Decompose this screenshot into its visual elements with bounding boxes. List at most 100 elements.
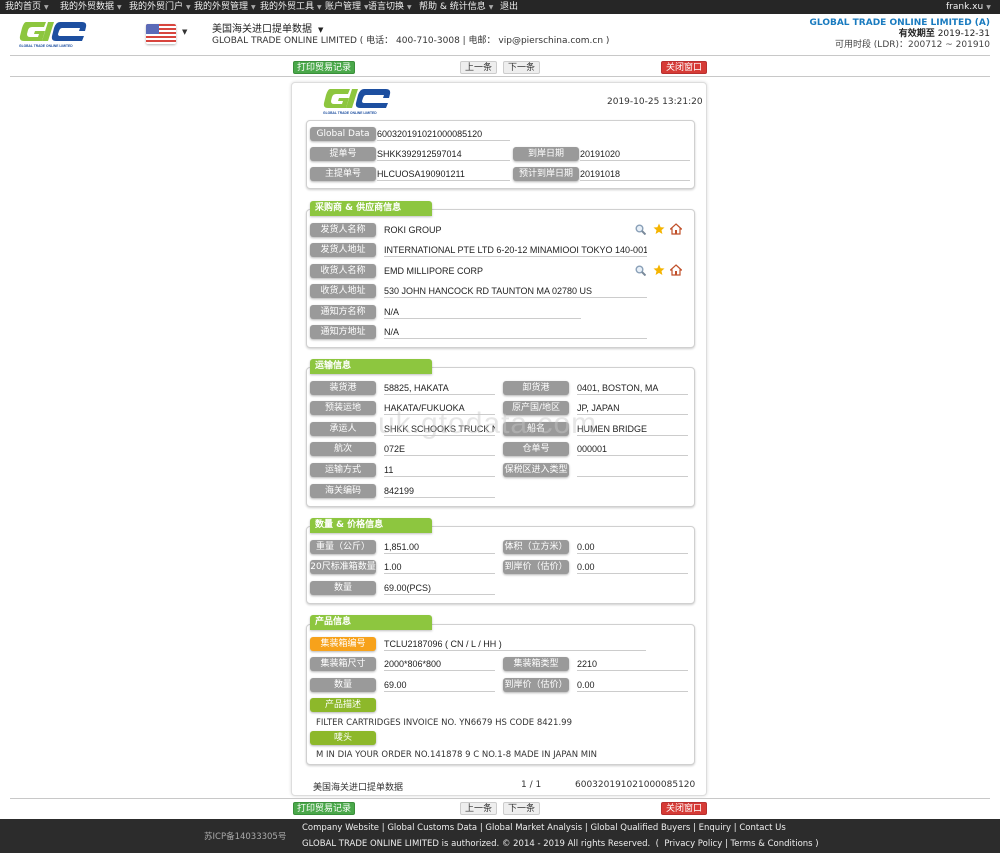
arrival-date-value: 20191020 (580, 147, 690, 161)
close-window-button[interactable]: 关闭窗口 (661, 61, 707, 74)
container-number-value: TCLU2187096 ( CN / L / HH ) (384, 637, 646, 651)
footer-link-company-website[interactable]: Company Website (302, 823, 379, 833)
nav-account[interactable]: 账户管理 ▼ (325, 0, 369, 15)
footer-link-enquiry[interactable]: Enquiry (699, 823, 731, 833)
container-type-value: 2210 (577, 657, 688, 671)
account-info: GLOBAL TRADE ONLINE LIMITED (A) 有效期至 201… (810, 18, 990, 51)
teu-label: 20尺标准箱数量 (310, 560, 376, 574)
search-icon[interactable] (635, 224, 647, 236)
product-cif-label: 到岸价（估价） (503, 678, 569, 692)
product-description-label: 产品描述 (310, 698, 376, 712)
chevron-down-icon: ▼ (317, 4, 322, 11)
chevron-down-icon: ▼ (488, 4, 494, 11)
data-source: 美国海关进口提单数据 (313, 783, 404, 793)
copyright: GLOBAL TRADE ONLINE LIMITED is authorize… (302, 839, 819, 849)
previous-button[interactable]: 上一条 (460, 61, 497, 74)
notify-address-label: 通知方地址 (310, 325, 376, 339)
footer-link-contact-us[interactable]: Contact Us (739, 823, 785, 833)
home-icon[interactable] (668, 223, 684, 235)
user-menu[interactable]: frank.xu ▼ (946, 0, 991, 15)
home-icon[interactable] (668, 264, 684, 276)
shipper-address-label: 发货人地址 (310, 243, 376, 257)
us-flag-icon[interactable] (146, 24, 176, 44)
company-name: GLOBAL TRADE ONLINE LIMITED (A) (809, 18, 990, 28)
voyage-value: 072E (384, 442, 495, 456)
product-cif-value: 0.00 (577, 678, 688, 692)
weight-value: 1,851.00 (384, 540, 495, 554)
footer-link-global-qualified-buyers[interactable]: Global Qualified Buyers (590, 823, 690, 833)
previous-button[interactable]: 上一条 (460, 802, 497, 815)
origin-value: JP, JAPAN (577, 401, 688, 415)
chevron-down-icon: ▼ (44, 4, 49, 11)
nav-trade-data[interactable]: 我的外贸数据 ▼ (60, 0, 122, 15)
expire-info: 有效期至 2019-12-31 (898, 29, 990, 39)
nav-help[interactable]: 帮助 & 统计信息 ▼ (419, 0, 493, 15)
search-icon[interactable] (635, 265, 647, 277)
star-icon[interactable] (653, 223, 665, 234)
consignee-address-value: 530 JOHN HANCOCK RD TAUNTON MA 02780 US (384, 284, 647, 298)
volume-label: 体积（立方米） (503, 540, 569, 554)
privacy-policy-link[interactable]: Privacy Policy (664, 839, 722, 849)
warehouse-value: 000001 (577, 442, 688, 456)
cif-value-label: 到岸价（估价） (503, 560, 569, 574)
divider (10, 798, 990, 799)
top-navigation: 我的首页 ▼ 我的外贸数据 ▼ 我的外贸门户 ▼ 我的外贸管理 ▼ 我的外贸工具 ▼ 账户… (0, 0, 1000, 14)
notify-address-value: N/A (384, 325, 647, 339)
transport-mode-value: 11 (384, 463, 495, 477)
warehouse-label: 仓单号 (503, 442, 569, 456)
unloading-port-label: 卸货港 (503, 381, 569, 395)
country-dropdown-caret[interactable]: ▼ (182, 28, 187, 36)
nav-language[interactable]: 语言切换 ▼ (368, 0, 412, 15)
divider (10, 55, 990, 56)
chevron-down-icon: ▼ (251, 4, 256, 11)
next-button[interactable]: 下一条 (503, 61, 540, 74)
product-quantity-label: 数量 (310, 678, 376, 692)
footer-link-global-customs-data[interactable]: Global Customs Data (387, 823, 477, 833)
carrier-value: SHKK SCHOOKS TRUCK N (384, 424, 495, 436)
marks-value: M IN DIA YOUR ORDER NO.141878 9 C NO.1-8… (316, 750, 597, 760)
nav-home[interactable]: 我的首页 ▼ (5, 0, 49, 15)
nav-trade-management[interactable]: 我的外贸管理 ▼ (194, 0, 256, 15)
gto-logo: GLOBAL TRADE ONLINE LIMITED (322, 87, 392, 115)
hs-code-label: 海关编码 (310, 484, 376, 498)
product-section-title: 产品信息 (310, 615, 432, 630)
nav-trade-tools[interactable]: 我的外贸工具 ▼ (260, 0, 322, 15)
notify-name-value: N/A (384, 305, 581, 319)
print-record-button[interactable]: 打印贸易记录 (293, 61, 355, 74)
consignee-address-label: 收货人地址 (310, 284, 376, 298)
print-record-button[interactable]: 打印贸易记录 (293, 802, 355, 815)
bl-number-label: 提单号 (310, 147, 376, 161)
volume-value: 0.00 (577, 540, 688, 554)
arrival-date-label: 到岸日期 (513, 147, 579, 161)
footer-link-global-market-analysis[interactable]: Global Market Analysis (485, 823, 582, 833)
carrier-label: 承运人 (310, 422, 376, 436)
contact-info: GLOBAL TRADE ONLINE LIMITED ( 电话： 400-71… (212, 36, 610, 46)
divider (10, 76, 990, 77)
marks-label: 唛头 (310, 731, 376, 745)
gto-logo[interactable]: GLOBAL TRADE ONLINE LIMITED (18, 20, 88, 48)
est-arrival-value: 20191018 (580, 167, 690, 181)
consignee-name-value[interactable]: EMD MILLIPORE CORP (384, 264, 624, 278)
consignee-name-label: 收货人名称 (310, 264, 376, 278)
bonded-type-value (577, 463, 688, 477)
quantity-label: 数量 (310, 581, 376, 595)
chevron-down-icon: ▼ (186, 4, 191, 11)
record-timestamp: 2019-10-25 13:21:20 (607, 97, 703, 107)
bonded-type-label: 保税区进入类型 (503, 463, 569, 477)
shipper-name-label: 发货人名称 (310, 223, 376, 237)
container-type-label: 集装箱类型 (503, 657, 569, 671)
star-icon[interactable] (653, 264, 665, 275)
global-data-label: Global Data (310, 127, 376, 141)
voyage-label: 航次 (310, 442, 376, 456)
shipper-name-value[interactable]: ROKI GROUP (384, 223, 624, 237)
global-data-value: 600320191021000085120 (377, 127, 510, 141)
close-window-button[interactable]: 关闭窗口 (661, 802, 707, 815)
loading-port-label: 装货港 (310, 381, 376, 395)
weight-label: 重量（公斤） (310, 540, 376, 554)
nav-logout[interactable]: 退出 (500, 0, 518, 14)
unloading-port-value: 0401, BOSTON, MA (577, 381, 688, 395)
nav-trade-portal[interactable]: 我的外贸门户 ▼ (129, 0, 191, 15)
next-button[interactable]: 下一条 (503, 802, 540, 815)
chevron-down-icon: ▼ (986, 4, 991, 11)
terms-conditions-link[interactable]: Terms & Conditions (731, 839, 813, 849)
